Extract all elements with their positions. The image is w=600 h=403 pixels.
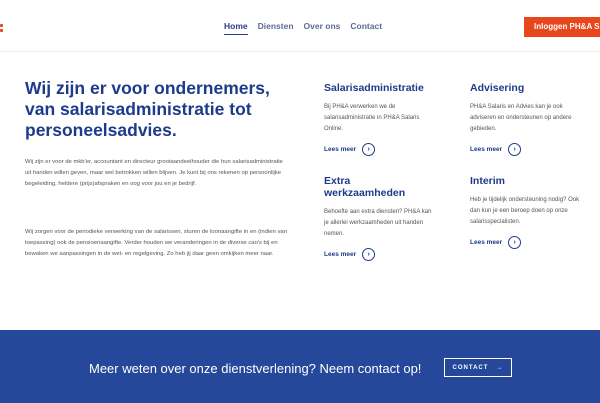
service-title: Interim [470,175,506,187]
arrow-right-icon: → [496,364,504,371]
read-more-link[interactable]: Lees meer › [324,143,434,156]
read-more-link[interactable]: Lees meer › [324,248,434,261]
service-title: Salarisadministratie [324,82,424,94]
read-more-label: Lees meer [324,146,357,153]
nav-item-home[interactable]: Home [224,21,248,35]
chevron-right-icon: › [362,248,376,261]
hero-paragraph-1: Wij zijn er voor de mkb'er, accountant e… [25,159,283,187]
service-text: PH&A Salaris en Advies kan je ook advise… [470,104,572,132]
contact-button[interactable]: CONTACT → [444,358,512,377]
logo-icon[interactable] [0,24,3,34]
read-more-label: Lees meer [470,146,503,153]
service-title: Advisering [470,82,525,94]
main-nav: Home Diensten Over ons Contact [224,21,382,35]
service-text: Heb je tijdelijk ondersteuning nodig? Oo… [470,197,580,225]
hero-paragraph-2: Wij zorgen voor de periodieke verwerking… [25,229,287,257]
read-more-link[interactable]: Lees meer › [470,236,580,249]
service-interim: Interim Heb je tijdelijk ondersteuning n… [470,175,580,249]
nav-item-diensten[interactable]: Diensten [258,21,294,35]
read-more-link[interactable]: Lees meer › [470,143,580,156]
service-extra-werkzaamheden: Extra werkzaamheden Behoefte aan extra d… [324,175,434,261]
contact-banner-text: Meer weten over onze dienstverlening? Ne… [89,361,422,376]
service-title: Extra werkzaamheden [324,175,406,199]
login-button[interactable]: Inloggen PH&A S [524,17,600,37]
service-salarisadministratie: Salarisadministratie Bij PH&A verwerken … [324,82,434,156]
chevron-right-icon: › [508,143,522,156]
service-text: Bij PH&A verwerken we de salarisadminist… [324,104,420,132]
read-more-label: Lees meer [324,251,357,258]
nav-item-contact[interactable]: Contact [350,21,382,35]
service-advisering: Advisering PH&A Salaris en Advies kan je… [470,82,580,156]
service-text: Behoefte aan extra diensten? PH&A kan je… [324,209,432,237]
hero-title: Wij zijn er voor ondernemers, van salari… [25,78,270,140]
chevron-right-icon: › [362,143,376,156]
contact-button-label: CONTACT [452,364,489,371]
chevron-right-icon: › [508,236,522,249]
read-more-label: Lees meer [470,239,503,246]
site-header: Home Diensten Over ons Contact Inloggen … [0,0,600,52]
nav-item-over-ons[interactable]: Over ons [304,21,341,35]
